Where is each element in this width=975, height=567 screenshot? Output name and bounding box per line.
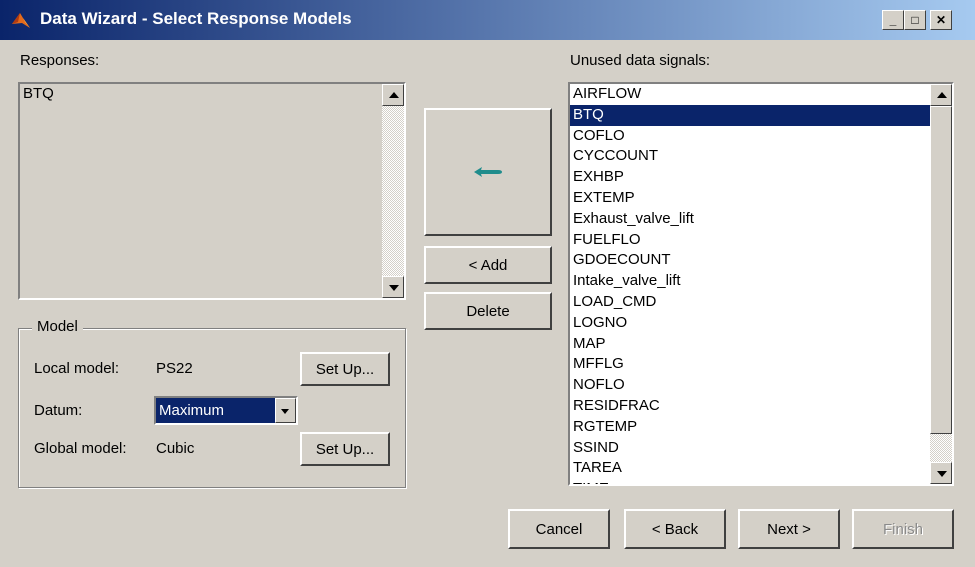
finish-button: Finish [852,509,954,549]
list-item[interactable]: MFFLG [570,354,930,375]
back-label: < Back [651,520,699,538]
maximize-button[interactable]: □ [904,10,926,30]
title-bar[interactable]: Data Wizard - Select Response Models _ □… [0,0,975,40]
scroll-up-button[interactable] [382,84,404,106]
local-model-label: Local model: [34,360,120,377]
next-label: Next > [767,520,811,538]
list-item[interactable]: LOGNO [570,313,930,334]
local-setup-button[interactable]: Set Up... [300,352,390,386]
list-item[interactable]: SSIND [570,438,930,459]
list-item[interactable]: Intake_valve_lift [570,271,930,292]
list-item[interactable]: RGTEMP [570,417,930,438]
local-model-value: PS22 [156,360,193,377]
add-button[interactable]: < Add [424,246,552,284]
list-item[interactable]: EXTEMP [570,188,930,209]
model-group-title: Model [32,318,83,335]
list-item[interactable]: TIME [570,479,930,484]
cancel-button[interactable]: Cancel [508,509,610,549]
datum-select[interactable]: Maximum [154,396,298,425]
unused-signals-listbox[interactable]: AIRFLOW BTQ COFLO CYCCOUNT EXHBP EXTEMP Exhaus… [568,82,954,486]
unused-scrollbar[interactable] [930,84,952,484]
unused-signals-label: Unused data signals: [570,52,711,69]
responses-listbox[interactable]: BTQ [18,82,406,300]
back-button[interactable]: < Back [624,509,726,549]
list-item[interactable]: AIRFLOW [570,84,930,105]
list-item[interactable]: BTQ [20,84,404,105]
list-item[interactable]: COFLO [570,126,930,147]
arrow-left-icon [474,167,502,177]
scroll-thumb[interactable] [930,106,952,434]
data-wizard-window: Data Wizard - Select Response Models _ □… [0,0,975,567]
datum-label: Datum: [34,402,83,419]
list-item[interactable]: LOAD_CMD [570,292,930,313]
responses-scrollbar[interactable] [382,84,404,298]
scroll-up-button[interactable] [930,84,952,106]
list-item[interactable]: CYCCOUNT [570,146,930,167]
dropdown-button[interactable] [275,398,296,423]
next-button[interactable]: Next > [738,509,840,549]
minimize-icon: _ [889,13,897,27]
responses-label: Responses: [20,52,100,69]
list-item[interactable]: GDOECOUNT [570,250,930,271]
list-item[interactable]: BTQ [570,104,930,126]
matlab-logo-icon [12,13,30,28]
close-button[interactable]: ✕ [930,10,952,30]
list-item[interactable]: EXHBP [570,167,930,188]
delete-button-label: Delete [466,302,510,320]
cancel-label: Cancel [535,520,583,538]
move-left-button[interactable] [424,108,552,236]
finish-label: Finish [882,520,923,538]
arrow-down-icon [937,471,947,477]
global-model-value: Cubic [156,440,195,457]
arrow-up-icon [937,92,947,98]
local-setup-label: Set Up... [315,360,375,378]
list-item[interactable]: MAP [570,334,930,355]
unused-signals-list: AIRFLOW BTQ COFLO CYCCOUNT EXHBP EXTEMP Exhaus… [570,84,930,484]
scroll-down-button[interactable] [382,276,404,298]
arrow-up-icon [389,92,399,98]
list-item[interactable]: Exhaust_valve_lift [570,209,930,230]
scroll-down-button[interactable] [930,462,952,484]
global-model-label: Global model: [34,440,127,457]
add-button-label: < Add [468,256,508,274]
list-item[interactable]: TAREA [570,458,930,479]
list-item[interactable]: FUELFLO [570,230,930,251]
list-item[interactable]: RESIDFRAC [570,396,930,417]
close-icon: ✕ [935,13,947,27]
delete-button[interactable]: Delete [424,292,552,330]
arrow-down-icon [389,285,399,291]
global-setup-button[interactable]: Set Up... [300,432,390,466]
responses-list: BTQ [20,84,404,105]
global-setup-label: Set Up... [315,440,375,458]
minimize-button[interactable]: _ [882,10,904,30]
datum-selected-value: Maximum [156,398,275,423]
chevron-down-icon [281,409,289,414]
window-title: Data Wizard - Select Response Models [40,9,352,28]
maximize-icon: □ [911,13,919,27]
list-item[interactable]: NOFLO [570,375,930,396]
